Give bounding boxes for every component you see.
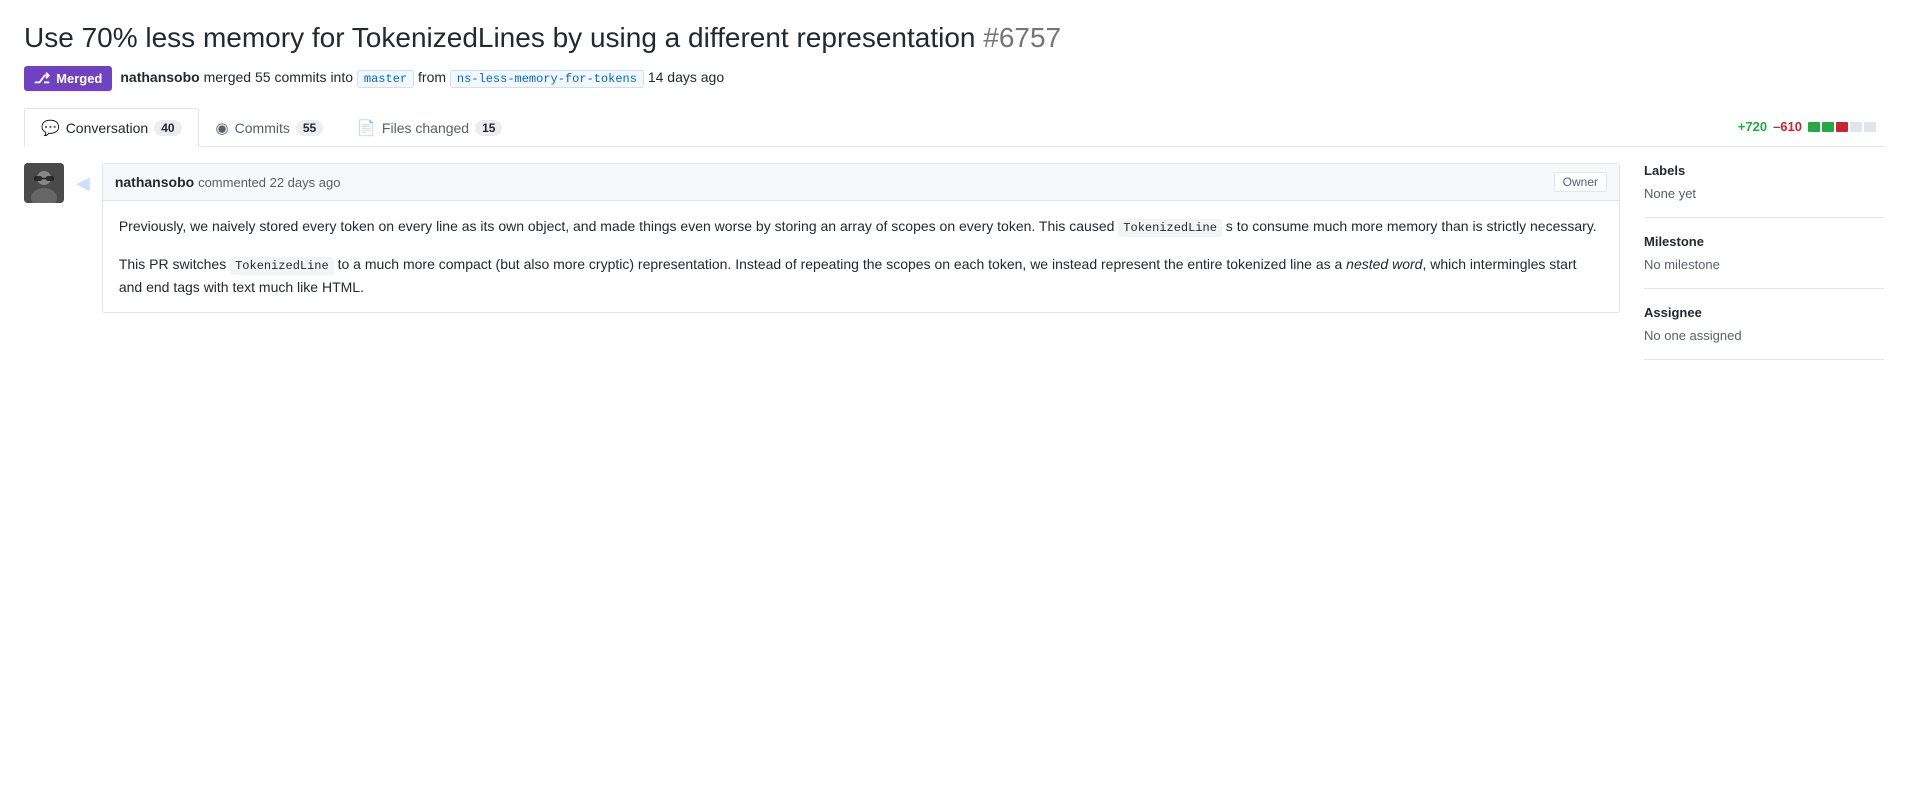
tab-files-changed[interactable]: 📄 Files changed 15 [340,108,519,147]
comment-paragraph-2: This PR switches TokenizedLine to a much… [119,253,1603,299]
tab-conversation-label: Conversation [66,120,149,136]
sidebar-assignee-value: No one assigned [1644,328,1884,343]
diff-bar-seg-4 [1850,122,1862,132]
commit-count: 55 [255,69,271,85]
merge-icon: ⎇ [34,70,50,87]
base-branch-tag[interactable]: master [357,70,414,88]
head-branch-tag[interactable]: ns-less-memory-for-tokens [450,70,644,88]
sidebar-milestone-value: No milestone [1644,257,1884,272]
comment-p1-text: Previously, we naively stored every toke… [119,218,1118,234]
sidebar-labels-section: Labels None yet [1644,163,1884,218]
comment-author[interactable]: nathansobo [115,174,194,190]
tab-commits-label: Commits [235,120,290,136]
sidebar-labels-title: Labels [1644,163,1884,178]
diff-deletions: –610 [1773,119,1802,134]
diff-bar-seg-5 [1864,122,1876,132]
conversation-area: ◀ nathansobo commented 22 days ago Owner… [24,163,1620,360]
merged-label: Merged [56,71,102,86]
meta-from-word: from [418,69,450,85]
commits-icon: ◉ [216,119,229,137]
pr-number: #6757 [983,22,1061,53]
tab-commits-count: 55 [296,120,323,136]
diff-additions: +720 [1738,119,1767,134]
tab-files-count: 15 [475,120,502,136]
meta-action-text: merged [204,69,255,85]
comment-p1b-text: s to consume much more memory than is st… [1222,218,1597,234]
diff-bar [1808,122,1876,132]
tab-files-label: Files changed [382,120,469,136]
pr-meta-author: nathansobo merged 55 commits into master… [120,69,724,88]
files-icon: 📄 [357,119,376,137]
comment-inline1: TokenizedLine [1118,219,1222,237]
comment-body: Previously, we naively stored every toke… [103,201,1619,312]
comment-block: ◀ nathansobo commented 22 days ago Owner… [24,163,1620,313]
sidebar-assignee-title: Assignee [1644,305,1884,320]
sidebar-assignee-section: Assignee No one assigned [1644,289,1884,360]
comment-header: nathansobo commented 22 days ago Owner [103,164,1619,201]
conversation-icon: 💬 [41,119,60,137]
tab-commits[interactable]: ◉ Commits 55 [199,108,341,147]
diff-stats: +720 –610 [1738,119,1884,134]
comment-p2-start: This PR switches [119,256,230,272]
diff-bar-seg-1 [1808,122,1820,132]
comment-italic1: nested word [1346,256,1422,272]
sidebar-labels-value: None yet [1644,186,1884,201]
tab-conversation[interactable]: 💬 Conversation 40 [24,108,199,147]
comment-container: nathansobo commented 22 days ago Owner P… [102,163,1620,313]
diff-bar-seg-2 [1822,122,1834,132]
owner-badge: Owner [1554,172,1607,192]
avatar-image [24,163,64,203]
author-name[interactable]: nathansobo [120,69,199,85]
pr-title: Use 70% less memory for TokenizedLines b… [24,20,1884,56]
pr-title-text: Use 70% less memory for TokenizedLines b… [24,22,975,53]
sidebar-milestone-title: Milestone [1644,234,1884,249]
comment-paragraph-1: Previously, we naively stored every toke… [119,215,1603,238]
comment-arrow: ◀ [76,173,90,313]
tab-conversation-count: 40 [154,120,181,136]
pr-meta: ⎇ Merged nathansobo merged 55 commits in… [24,66,1884,91]
diff-bar-seg-3 [1836,122,1848,132]
meta-commits-word: commits into [274,69,356,85]
avatar [24,163,64,203]
comment-p2-mid: to a much more compact (but also more cr… [334,256,1346,272]
comment-timestamp: commented 22 days ago [198,175,340,190]
merged-badge: ⎇ Merged [24,66,112,91]
pr-time-ago: 14 days ago [648,69,724,85]
sidebar-milestone-section: Milestone No milestone [1644,218,1884,289]
tabs-bar: 💬 Conversation 40 ◉ Commits 55 📄 Files c… [24,107,1884,147]
main-content: ◀ nathansobo commented 22 days ago Owner… [24,163,1884,360]
comment-author-area: nathansobo commented 22 days ago [115,174,341,190]
comment-inline2: TokenizedLine [230,257,334,275]
sidebar: Labels None yet Milestone No milestone A… [1644,163,1884,360]
